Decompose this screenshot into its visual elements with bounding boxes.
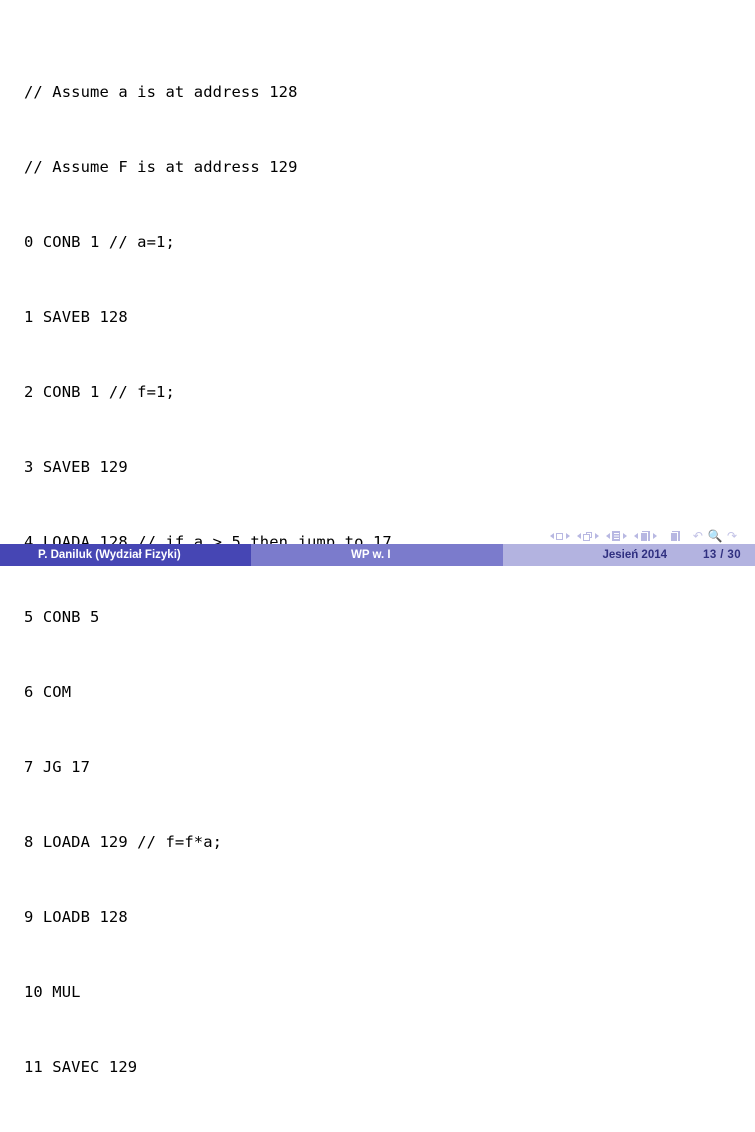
footline: P. Daniluk (Wydział Fizyki) WP w. I Jesi… (0, 544, 755, 566)
frame-navigation-group[interactable] (576, 531, 599, 541)
next-slide-icon[interactable] (565, 533, 570, 539)
code-line: 0 CONB 1 // a=1; (24, 233, 175, 251)
prev-slide-icon[interactable] (549, 533, 554, 539)
code-line: 10 MUL (24, 983, 81, 1001)
forward-icon[interactable]: ↷ (727, 530, 737, 542)
current-subsection-icon[interactable] (612, 531, 621, 541)
footline-page-number: 13 / 30 (703, 549, 741, 561)
prev-section-icon[interactable] (633, 533, 638, 539)
history-navigation-group[interactable]: ↶ 🔍 ↷ (692, 530, 738, 542)
code-line: 6 COM (24, 683, 72, 701)
next-subsection-icon[interactable] (622, 533, 627, 539)
slide-navigation-group[interactable] (549, 532, 570, 540)
document-icon[interactable] (669, 530, 680, 542)
prev-subsection-icon[interactable] (605, 533, 610, 539)
code-line: // Assume a is at address 128 (24, 83, 298, 101)
prev-frame-icon[interactable] (576, 533, 581, 539)
code-line: 9 LOADB 128 (24, 908, 128, 926)
next-frame-icon[interactable] (594, 533, 599, 539)
footline-author: P. Daniluk (Wydział Fizyki) (0, 544, 251, 566)
current-section-icon[interactable] (640, 530, 651, 542)
search-icon[interactable]: 🔍 (707, 530, 722, 542)
code-line: 11 SAVEC 129 (24, 1058, 138, 1076)
footline-right: Jesień 2014 13 / 30 (503, 544, 755, 566)
footline-date: Jesień 2014 (602, 549, 668, 561)
code-line: // Assume F is at address 129 (24, 158, 298, 176)
beamer-navigation-symbols[interactable]: ↶ 🔍 ↷ (549, 528, 745, 544)
current-frame-icon[interactable] (583, 531, 593, 541)
code-line: 1 SAVEB 128 (24, 308, 128, 326)
code-listing: // Assume a is at address 128 // Assume … (24, 30, 392, 1132)
subsection-navigation-group[interactable] (605, 531, 627, 541)
section-navigation-group[interactable] (633, 530, 657, 542)
slide-content-area: // Assume a is at address 128 // Assume … (0, 0, 755, 1076)
code-line: 2 CONB 1 // f=1; (24, 383, 175, 401)
code-line: 3 SAVEB 129 (24, 458, 128, 476)
code-line: 5 CONB 5 (24, 608, 100, 626)
code-line: 7 JG 17 (24, 758, 91, 776)
current-slide-icon[interactable] (556, 532, 564, 540)
document-navigation-group[interactable] (669, 530, 680, 542)
code-line: 8 LOADA 129 // f=f*a; (24, 833, 223, 851)
next-section-icon[interactable] (652, 533, 657, 539)
back-icon[interactable]: ↶ (693, 530, 703, 542)
code-line: 12 LOADA 128 // a=a+1; (24, 1130, 392, 1132)
footline-title: WP w. I (251, 544, 503, 566)
